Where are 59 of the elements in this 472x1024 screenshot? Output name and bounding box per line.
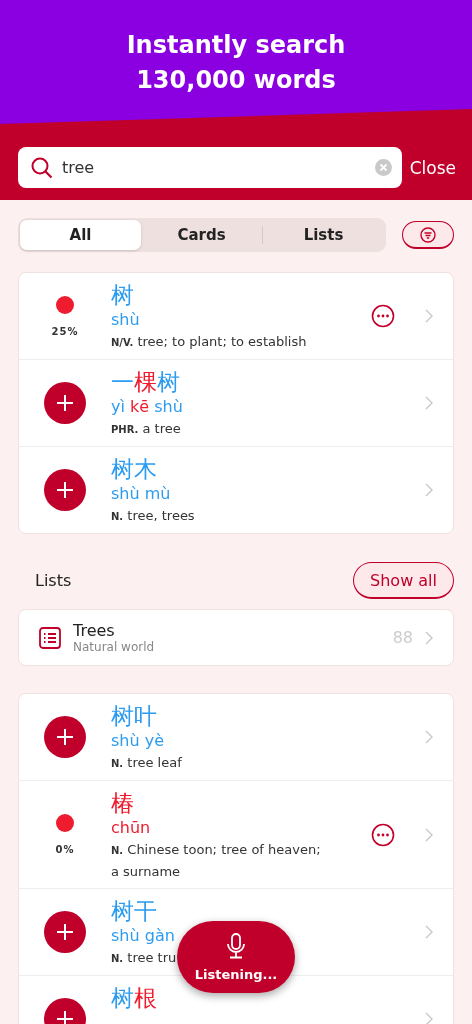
chevron-icon xyxy=(425,483,433,497)
plus-icon xyxy=(55,393,75,413)
chevron-icon xyxy=(425,630,433,645)
tab[interactable]: All xyxy=(20,220,141,250)
chevron-icon xyxy=(425,396,433,410)
tab[interactable]: Lists xyxy=(263,220,384,250)
list-name: Trees xyxy=(73,621,116,640)
search-icon xyxy=(30,155,54,180)
hanzi-text: 树 xyxy=(111,281,134,309)
list-subtitle: Natural world xyxy=(73,640,156,654)
progress-dot xyxy=(56,814,74,832)
search-field[interactable]: tree xyxy=(18,147,402,188)
add-button[interactable] xyxy=(44,911,86,953)
add-button[interactable] xyxy=(44,382,86,424)
microphone-icon xyxy=(225,932,247,959)
plus-icon xyxy=(55,480,75,500)
definition-text: N. Chinese toon; tree of heaven; a surname xyxy=(111,841,322,881)
progress-dot xyxy=(56,295,74,314)
add-button[interactable] xyxy=(44,716,86,758)
hanzi-text: 树干 xyxy=(111,897,157,925)
chevron-icon xyxy=(425,1012,433,1024)
search-input[interactable]: tree xyxy=(62,158,367,177)
chevron-icon xyxy=(425,827,433,842)
filter-icon xyxy=(420,226,436,243)
pinyin-text: yì kē shù xyxy=(111,396,183,418)
plus-icon xyxy=(55,727,75,747)
hanzi-text: 树木 xyxy=(111,455,157,483)
definition-text: PHR. a tree xyxy=(111,420,181,438)
add-button[interactable] xyxy=(44,469,86,511)
list-icon xyxy=(39,626,61,649)
plus-icon xyxy=(55,922,75,942)
pinyin-text: shù mù xyxy=(111,483,171,505)
banner-text: 130,000 words xyxy=(136,65,336,96)
hanzi-text: 一棵树 xyxy=(111,368,180,396)
pinyin-text: shù xyxy=(111,309,140,331)
pinyin-text: chūn xyxy=(111,817,151,839)
chevron-icon xyxy=(425,925,433,939)
show-all-button[interactable]: Show all xyxy=(353,562,454,599)
filter-button[interactable] xyxy=(402,221,454,249)
pinyin-text: shù yè xyxy=(111,730,165,752)
close-button[interactable]: Close xyxy=(409,157,456,178)
more-icon[interactable] xyxy=(371,822,395,847)
definition-text: N. tree leaf xyxy=(111,754,182,772)
hanzi-text: 树叶 xyxy=(111,702,157,730)
plus-icon xyxy=(55,1009,75,1024)
definition-text: N. tree, trees xyxy=(111,507,195,525)
banner-text: Instantly search xyxy=(126,30,346,61)
chevron-icon xyxy=(425,730,433,744)
chevron-icon xyxy=(425,309,433,323)
hanzi-text: 椿 xyxy=(111,789,134,817)
progress-percent: 25% xyxy=(51,325,79,337)
pinyin-text: shù gàn xyxy=(111,925,175,947)
hanzi-text: 树根 xyxy=(111,984,157,1012)
section-title: Lists xyxy=(35,571,72,590)
definition-text: N. tree tru xyxy=(111,949,177,967)
definition-text: N/V. tree; to plant; to establish xyxy=(111,333,307,351)
tab[interactable]: Cards xyxy=(141,220,262,250)
progress-percent: 0% xyxy=(55,844,75,855)
more-icon[interactable] xyxy=(371,304,395,328)
